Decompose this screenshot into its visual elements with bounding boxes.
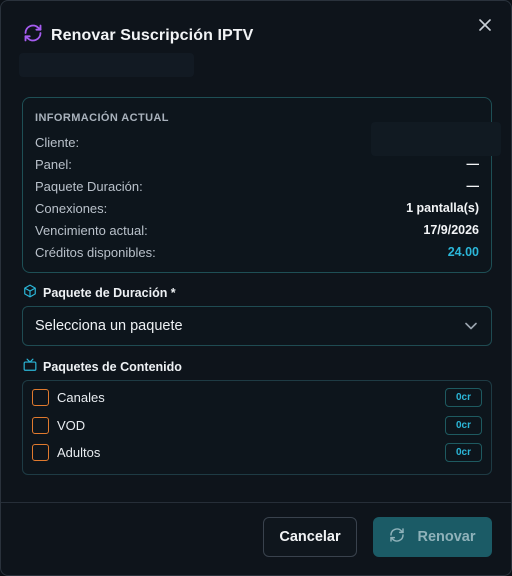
info-row-credits: Créditos disponibles: 24.00: [35, 241, 479, 263]
close-button[interactable]: [475, 17, 495, 37]
info-label: Cliente:: [35, 134, 80, 150]
redacted-subtitle: [19, 53, 194, 77]
package-checkbox[interactable]: [32, 389, 49, 407]
content-packages-list: Canales 0cr VOD 0cr Adultos 0cr: [22, 380, 492, 475]
duration-label-text: Paquete de Duración *: [43, 285, 176, 300]
tv-icon: [23, 358, 37, 375]
info-value: —: [466, 157, 480, 171]
cancel-button[interactable]: Cancelar: [263, 517, 357, 557]
renew-label: Renovar: [417, 529, 476, 545]
info-row-duration: Paquete Duración: —: [35, 175, 479, 197]
credit-badge: 0cr: [445, 388, 482, 408]
info-label: Vencimiento actual:: [35, 222, 148, 238]
info-row-expiry: Vencimiento actual: 17/9/2026: [35, 219, 479, 241]
info-label: Panel:: [35, 156, 72, 172]
info-label: Conexiones:: [35, 200, 108, 216]
package-name: Adultos: [57, 445, 101, 461]
renew-button[interactable]: Renovar: [373, 517, 492, 557]
package-name: Canales: [57, 390, 105, 406]
renew-subscription-dialog: Renovar Suscripción IPTV INFORMACIÓN ACT…: [0, 0, 512, 576]
refresh-icon: [23, 23, 43, 48]
duration-section-label: Paquete de Duración *: [23, 284, 176, 301]
select-value: Selecciona un paquete: [35, 318, 183, 334]
footer-divider: [1, 502, 511, 503]
package-name: VOD: [57, 417, 86, 433]
package-checkbox[interactable]: [32, 444, 49, 462]
info-label: Créditos disponibles:: [35, 244, 156, 260]
info-row-connections: Conexiones: 1 pantalla(s): [35, 197, 479, 219]
credit-badge: 0cr: [445, 415, 482, 435]
dialog-header: Renovar Suscripción IPTV: [23, 23, 253, 48]
redacted-client-value: [371, 122, 501, 156]
content-label-text: Paquetes de Contenido: [43, 359, 182, 374]
info-row-panel: Panel: —: [35, 153, 479, 175]
credits-value: 24.00: [447, 245, 479, 259]
dialog-title: Renovar Suscripción IPTV: [51, 26, 254, 44]
current-info-card: INFORMACIÓN ACTUAL Cliente: Panel: — Paq…: [22, 97, 501, 273]
info-value: —: [466, 179, 480, 193]
package-checkbox[interactable]: [32, 416, 49, 434]
content-section-label: Paquetes de Contenido: [23, 358, 182, 375]
info-label: Paquete Duración:: [35, 178, 143, 194]
package-icon: [23, 284, 37, 301]
refresh-icon: [389, 527, 405, 547]
duration-package-select[interactable]: Selecciona un paquete: [22, 306, 492, 346]
info-value: 17/9/2026: [423, 223, 479, 237]
list-item[interactable]: VOD 0cr: [32, 412, 482, 440]
chevron-down-icon: [465, 317, 477, 335]
close-icon[interactable]: [479, 18, 491, 36]
credit-badge: 0cr: [445, 443, 482, 463]
list-item[interactable]: Canales 0cr: [32, 384, 482, 412]
info-value: 1 pantalla(s): [406, 201, 479, 215]
list-item[interactable]: Adultos 0cr: [32, 439, 482, 467]
